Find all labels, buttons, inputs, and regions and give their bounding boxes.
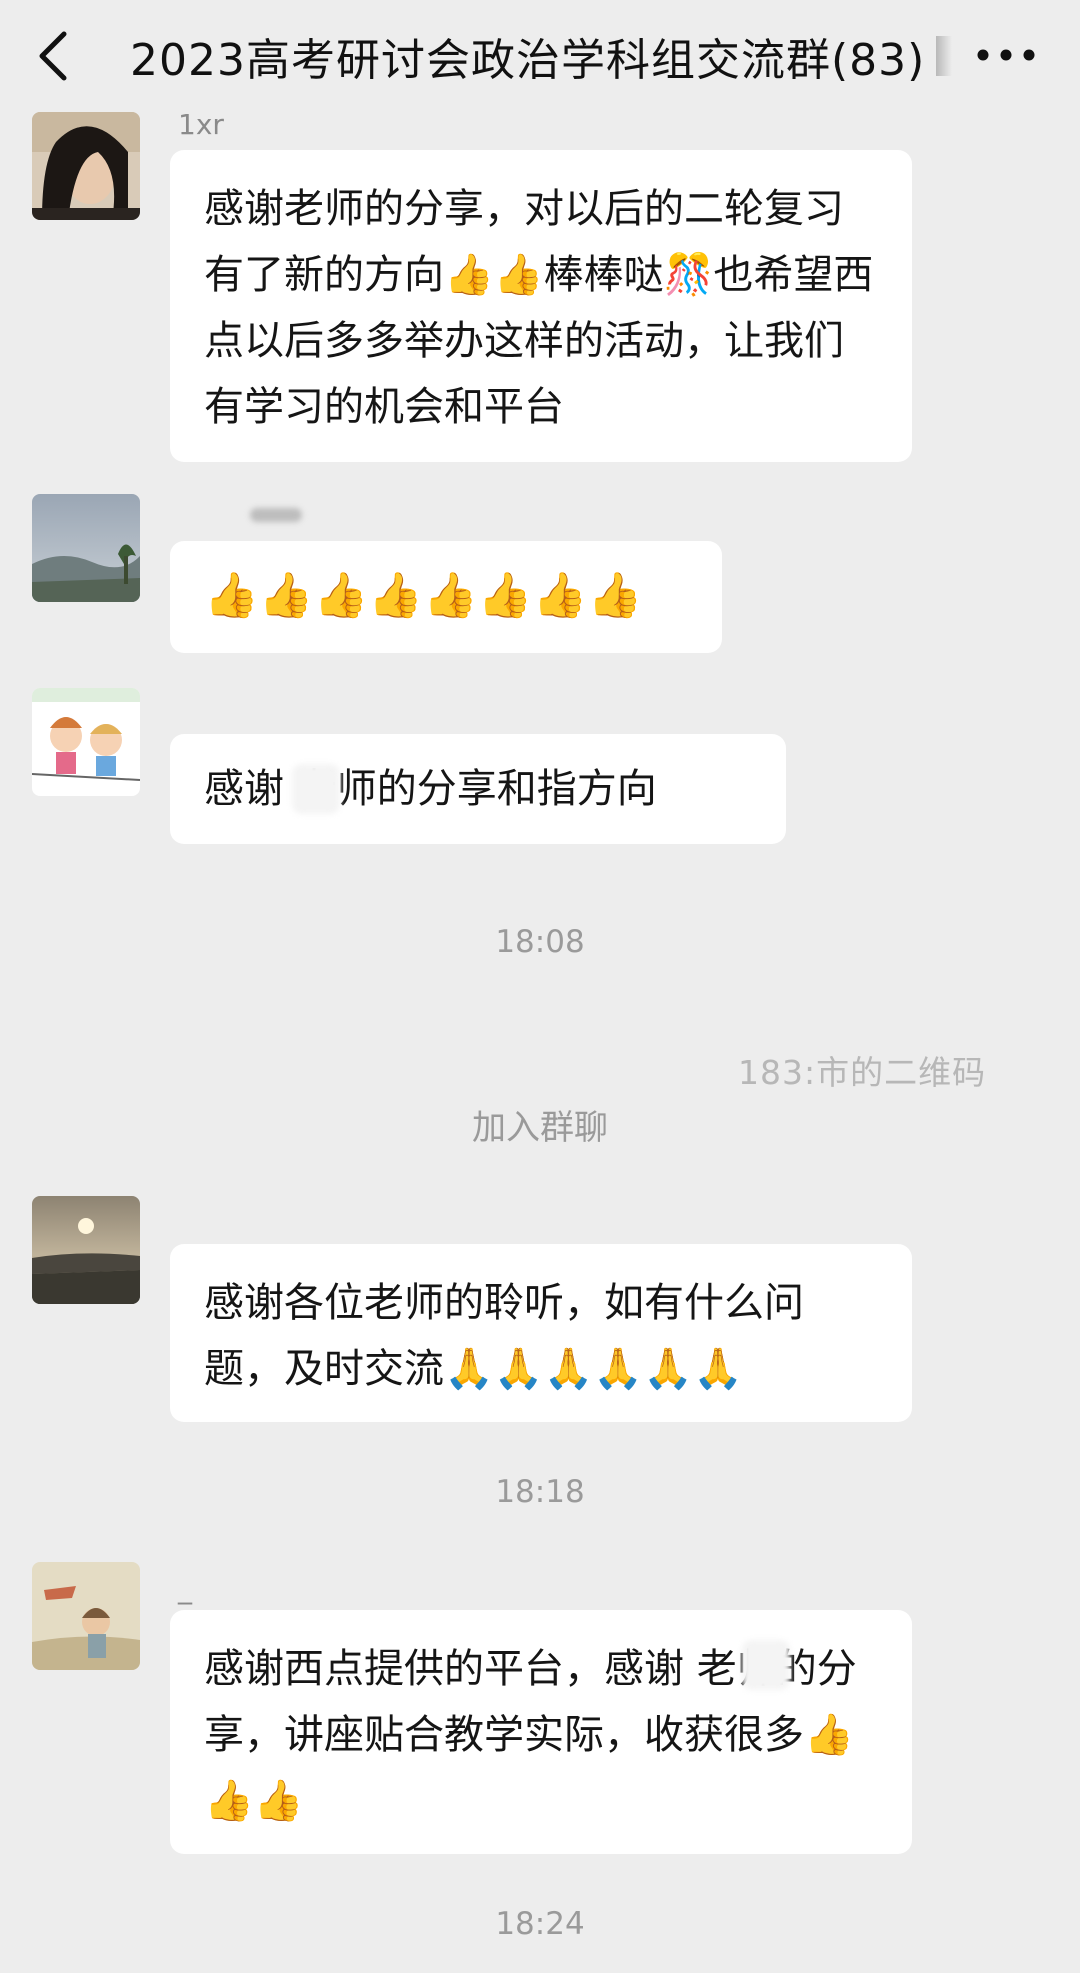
avatar[interactable] [32,1562,140,1670]
chevron-left-icon[interactable] [34,30,74,82]
message-bubble[interactable]: 👍👍👍👍👍👍👍👍 [170,541,722,653]
more-dots-icon[interactable] [976,48,1036,62]
redacted-name [292,764,340,814]
timestamp: 18:18 [495,1474,585,1510]
system-notice: 加入群聊 [472,1108,608,1148]
redacted-name [250,508,302,522]
chat-header: 2023高考研讨会政治学科组交流群(83) [0,0,1080,112]
message-bubble[interactable]: 感谢 老师的分享和指方向 [170,734,786,844]
redacted-name [742,1640,790,1690]
timestamp: 18:24 [495,1906,585,1942]
message-bubble[interactable]: 感谢各位老师的聆听，如有什么问题，及时交流🙏🙏🙏🙏🙏🙏 [170,1244,912,1422]
avatar[interactable] [32,112,140,220]
sender-name: _ [178,1572,192,1605]
chat-title: 2023高考研讨会政治学科组交流群(83) [130,35,926,86]
avatar[interactable] [32,688,140,796]
sender-name: 1xr [178,108,224,141]
message-bubble[interactable]: 感谢西点提供的平台，感谢 老师的分享，讲座贴合教学实际，收获很多👍👍👍 [170,1610,912,1854]
timestamp: 18:08 [495,924,585,960]
message-bubble[interactable]: 感谢老师的分享，对以后的二轮复习有了新的方向👍👍棒棒哒🎊也希望西点以后多多举办这… [170,150,912,462]
title-overflow-fade [936,36,952,76]
avatar[interactable] [32,494,140,602]
avatar[interactable] [32,1196,140,1304]
watermark: 183:市的二维码 [738,1053,987,1092]
